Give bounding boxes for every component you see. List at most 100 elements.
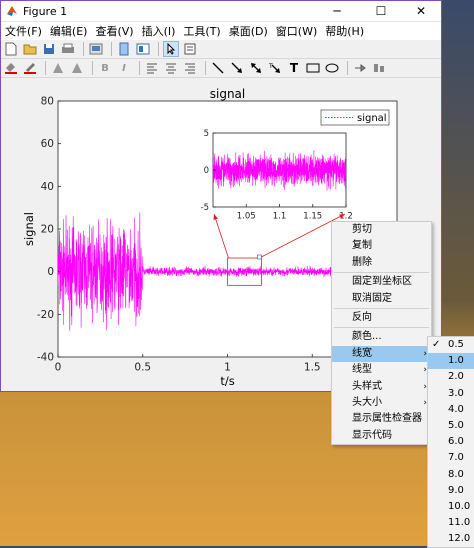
selection-handle xyxy=(257,254,262,260)
linewidth-option[interactable]: 12.0 xyxy=(428,531,474,547)
link-icon[interactable] xyxy=(116,41,132,57)
linewidth-option[interactable]: ✓ 0.5 xyxy=(428,337,474,353)
align-right-icon[interactable] xyxy=(182,60,198,76)
context-menu-item[interactable]: 取消固定 xyxy=(332,291,431,307)
context-menu-item[interactable]: 剪切 xyxy=(332,222,431,238)
context-menu-item-label: 反向 xyxy=(352,311,372,323)
text-arrow-icon[interactable]: T xyxy=(267,60,283,76)
double-arrow-icon[interactable] xyxy=(248,60,264,76)
main-y-tick-label: 60 xyxy=(41,138,54,150)
main-y-tick-label: 80 xyxy=(41,96,54,108)
maximize-icon: ☐ xyxy=(375,4,387,18)
minimize-button[interactable]: ─ xyxy=(317,1,357,21)
context-menu-item-label: 显示属性检查器 xyxy=(352,413,422,425)
menu-desktop[interactable]: 桌面(D) xyxy=(229,23,268,39)
main-y-tick-label: -20 xyxy=(37,309,54,321)
new-figure-icon[interactable] xyxy=(3,41,19,57)
italic-icon[interactable]: I xyxy=(116,60,132,76)
linewidth-option[interactable]: 7.0 xyxy=(428,450,474,466)
insert-colorbar-icon[interactable] xyxy=(135,41,151,57)
context-menu-item[interactable]: 颜色... xyxy=(332,329,431,345)
context-menu-item-label: 线型 xyxy=(352,364,372,376)
toolbar-separator xyxy=(139,61,140,75)
context-menu-item[interactable]: 显示属性检查器 xyxy=(332,411,431,427)
main-y-tick-label: 0 xyxy=(47,266,54,278)
align-center-icon[interactable] xyxy=(163,60,179,76)
print-preview-icon[interactable] xyxy=(88,41,104,57)
context-menu-item-label: 头样式 xyxy=(352,380,382,392)
y-axis-label: signal xyxy=(22,212,36,246)
context-menu-item[interactable]: 固定到坐标区 xyxy=(332,274,431,290)
linewidth-option[interactable]: 9.0 xyxy=(428,483,474,499)
linewidth-option[interactable]: 4.0 xyxy=(428,402,474,418)
textbox-icon[interactable]: T xyxy=(286,60,302,76)
line-icon[interactable] xyxy=(210,60,226,76)
toolbar-separator xyxy=(205,61,206,75)
menu-bar: 文件(F) 编辑(E) 查看(V) 插入(I) 工具(T) 桌面(D) 窗口(W… xyxy=(1,22,441,40)
menu-help[interactable]: 帮助(H) xyxy=(325,23,364,39)
window-title: Figure 1 xyxy=(23,4,68,18)
context-menu-item[interactable]: 头大小 › xyxy=(332,395,431,411)
text-color-icon[interactable] xyxy=(50,60,66,76)
pin-icon[interactable] xyxy=(352,60,368,76)
linewidth-option[interactable]: 5.0 xyxy=(428,418,474,434)
check-icon: ✓ xyxy=(432,339,441,350)
arrow-icon[interactable] xyxy=(229,60,245,76)
text-icon[interactable] xyxy=(69,60,85,76)
bold-icon[interactable]: B xyxy=(97,60,113,76)
linewidth-option[interactable]: 8.0 xyxy=(428,467,474,483)
main-x-tick-label: 1.5 xyxy=(304,362,321,374)
save-icon[interactable] xyxy=(41,41,57,57)
inset-x-tick-label: 1.15 xyxy=(303,212,322,222)
toolbar-separator xyxy=(111,42,112,56)
linewidth-option-label: 8.0 xyxy=(448,468,464,480)
linewidth-option[interactable]: 11.0 xyxy=(428,515,474,531)
menu-view[interactable]: 查看(V) xyxy=(95,23,133,39)
linewidth-submenu: ✓ 0.5 1.0 2.0 3.0 4.0 5.0 6.0 7.0 8.0 9.0 10.0 11.0 1… xyxy=(427,336,474,548)
context-menu-item-label: 删除 xyxy=(352,256,372,268)
context-menu-item-label: 固定到坐标区 xyxy=(352,276,412,288)
linewidth-option[interactable]: 3.0 xyxy=(428,386,474,402)
close-button[interactable]: ✕ xyxy=(401,1,441,21)
legend: signal xyxy=(320,109,390,126)
inset-x-tick-label: 1.05 xyxy=(237,212,256,222)
property-editor-icon[interactable] xyxy=(182,41,198,57)
svg-text:T: T xyxy=(269,63,273,70)
context-menu-item[interactable]: 反向 xyxy=(332,310,431,326)
print-icon[interactable] xyxy=(60,41,76,57)
context-menu-item[interactable]: 线宽 › xyxy=(332,345,431,363)
menu-separator xyxy=(334,272,429,274)
rectangle-icon[interactable] xyxy=(305,60,321,76)
brush-line-icon[interactable] xyxy=(22,60,38,76)
open-icon[interactable] xyxy=(22,41,38,57)
maximize-button[interactable]: ☐ xyxy=(361,1,401,21)
align-left-icon[interactable] xyxy=(144,60,160,76)
linewidth-option-label: 6.0 xyxy=(448,436,464,448)
linewidth-option[interactable]: 2.0 xyxy=(428,369,474,385)
brush-fill-icon[interactable] xyxy=(3,60,19,76)
context-menu-item[interactable]: 复制 xyxy=(332,238,431,254)
title-bar[interactable]: Figure 1 ─ ☐ ✕ xyxy=(1,1,441,22)
linewidth-option[interactable]: 6.0 xyxy=(428,434,474,450)
linewidth-option-label: 9.0 xyxy=(448,484,464,496)
linewidth-option[interactable]: 10.0 xyxy=(428,499,474,515)
menu-file[interactable]: 文件(F) xyxy=(5,23,42,39)
context-menu-item[interactable]: 显示代码 xyxy=(332,428,431,444)
context-menu-item[interactable]: 线型 › xyxy=(332,362,431,378)
linewidth-option-label: 2.0 xyxy=(448,371,464,383)
linewidth-option[interactable]: 1.0 xyxy=(428,353,474,370)
pointer-icon[interactable] xyxy=(163,41,179,57)
menu-tools[interactable]: 工具(T) xyxy=(183,23,220,39)
menu-edit[interactable]: 编辑(E) xyxy=(50,23,88,39)
context-menu-item[interactable]: 头样式 › xyxy=(332,379,431,395)
ellipse-icon[interactable] xyxy=(324,60,340,76)
main-y-tick-label: -40 xyxy=(37,352,54,364)
main-x-tick-label: 0.5 xyxy=(134,362,151,374)
inset-y-tick-label: 0 xyxy=(204,166,209,176)
align-distribute-icon[interactable] xyxy=(371,60,387,76)
context-menu-item-label: 取消固定 xyxy=(352,292,392,304)
menu-window[interactable]: 窗口(W) xyxy=(276,23,317,39)
toolbar-figure xyxy=(1,40,441,59)
context-menu-item[interactable]: 删除 xyxy=(332,255,431,271)
menu-insert[interactable]: 插入(I) xyxy=(142,23,176,39)
